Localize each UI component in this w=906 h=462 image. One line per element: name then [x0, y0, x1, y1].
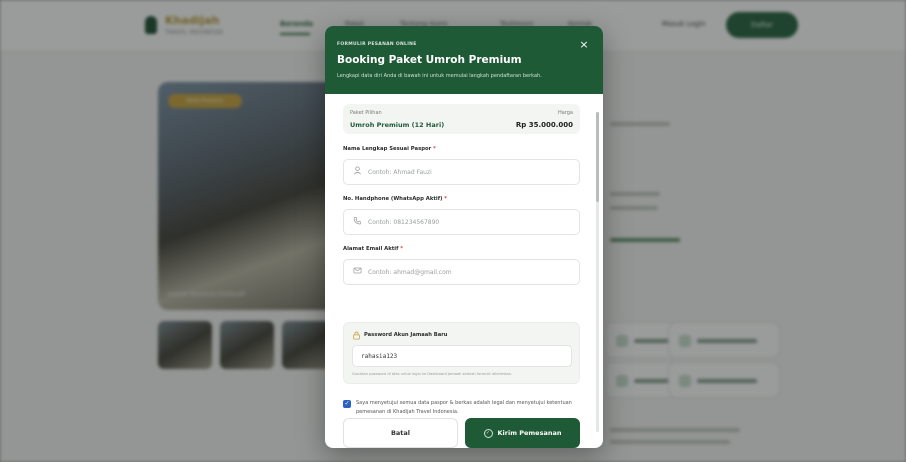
price-label: Harga [557, 110, 573, 116]
modal-eyebrow: FORMULIR PESANAN ONLINE [337, 42, 417, 47]
submit-button[interactable]: ✓ Kirim Pemesanan [465, 418, 580, 448]
phone-field-label: No. Handphone (WhatsApp Aktif) * [343, 196, 447, 202]
submit-label: Kirim Pemesanan [497, 429, 562, 437]
password-input[interactable] [352, 345, 572, 367]
agreement-text: Saya menyetujui semua data paspor & berk… [356, 400, 572, 415]
name-input-box[interactable] [343, 159, 580, 185]
user-icon [351, 166, 363, 178]
modal-title: Booking Paket Umroh Premium [337, 54, 522, 66]
email-input[interactable] [368, 264, 573, 280]
phone-label-text: No. Handphone (WhatsApp Aktif) [343, 196, 443, 202]
required-mark: * [433, 146, 436, 152]
name-label-text: Nama Lengkap Sesuai Paspor [343, 146, 432, 152]
required-mark: * [400, 246, 404, 252]
selected-package-box: Paket Pilihan Umroh Premium (12 Hari) Ha… [343, 104, 580, 134]
password-hint: Gunakan password di atas untuk login ke … [352, 372, 513, 376]
booking-modal: FORMULIR PESANAN ONLINE Booking Paket Um… [325, 26, 603, 448]
package-name: Umroh Premium (12 Hari) [350, 121, 445, 129]
required-mark: * [444, 196, 448, 202]
modal-header: FORMULIR PESANAN ONLINE Booking Paket Um… [325, 26, 603, 94]
password-label: Password Akun Jamaah Baru [364, 332, 448, 338]
agreement-checkbox[interactable]: ✓ [343, 400, 351, 408]
package-price: Rp 35.000.000 [515, 121, 573, 129]
email-field-label: Alamat Email Aktif * [343, 246, 403, 252]
package-label: Paket Pilihan [350, 110, 382, 116]
scrollbar-thumb[interactable] [596, 112, 599, 202]
password-section: Password Akun Jamaah Baru Gunakan passwo… [343, 322, 580, 384]
close-icon[interactable]: × [577, 38, 591, 52]
phone-icon [351, 216, 363, 228]
name-input[interactable] [368, 164, 573, 180]
check-circle-icon: ✓ [483, 428, 493, 438]
lock-icon [352, 331, 361, 340]
modal-scrollbar[interactable] [596, 112, 599, 432]
phone-input-box[interactable] [343, 209, 580, 235]
cancel-button[interactable]: Batal [343, 418, 458, 448]
phone-input[interactable] [368, 214, 573, 230]
modal-subtitle: Lengkapi data diri Anda di bawah ini unt… [337, 73, 542, 79]
email-label-text: Alamat Email Aktif [343, 246, 399, 252]
name-field-label: Nama Lengkap Sesuai Paspor * [343, 146, 436, 152]
email-input-box[interactable] [343, 259, 580, 285]
modal-body: Paket Pilihan Umroh Premium (12 Hari) Ha… [325, 94, 603, 448]
mail-icon [351, 266, 363, 278]
